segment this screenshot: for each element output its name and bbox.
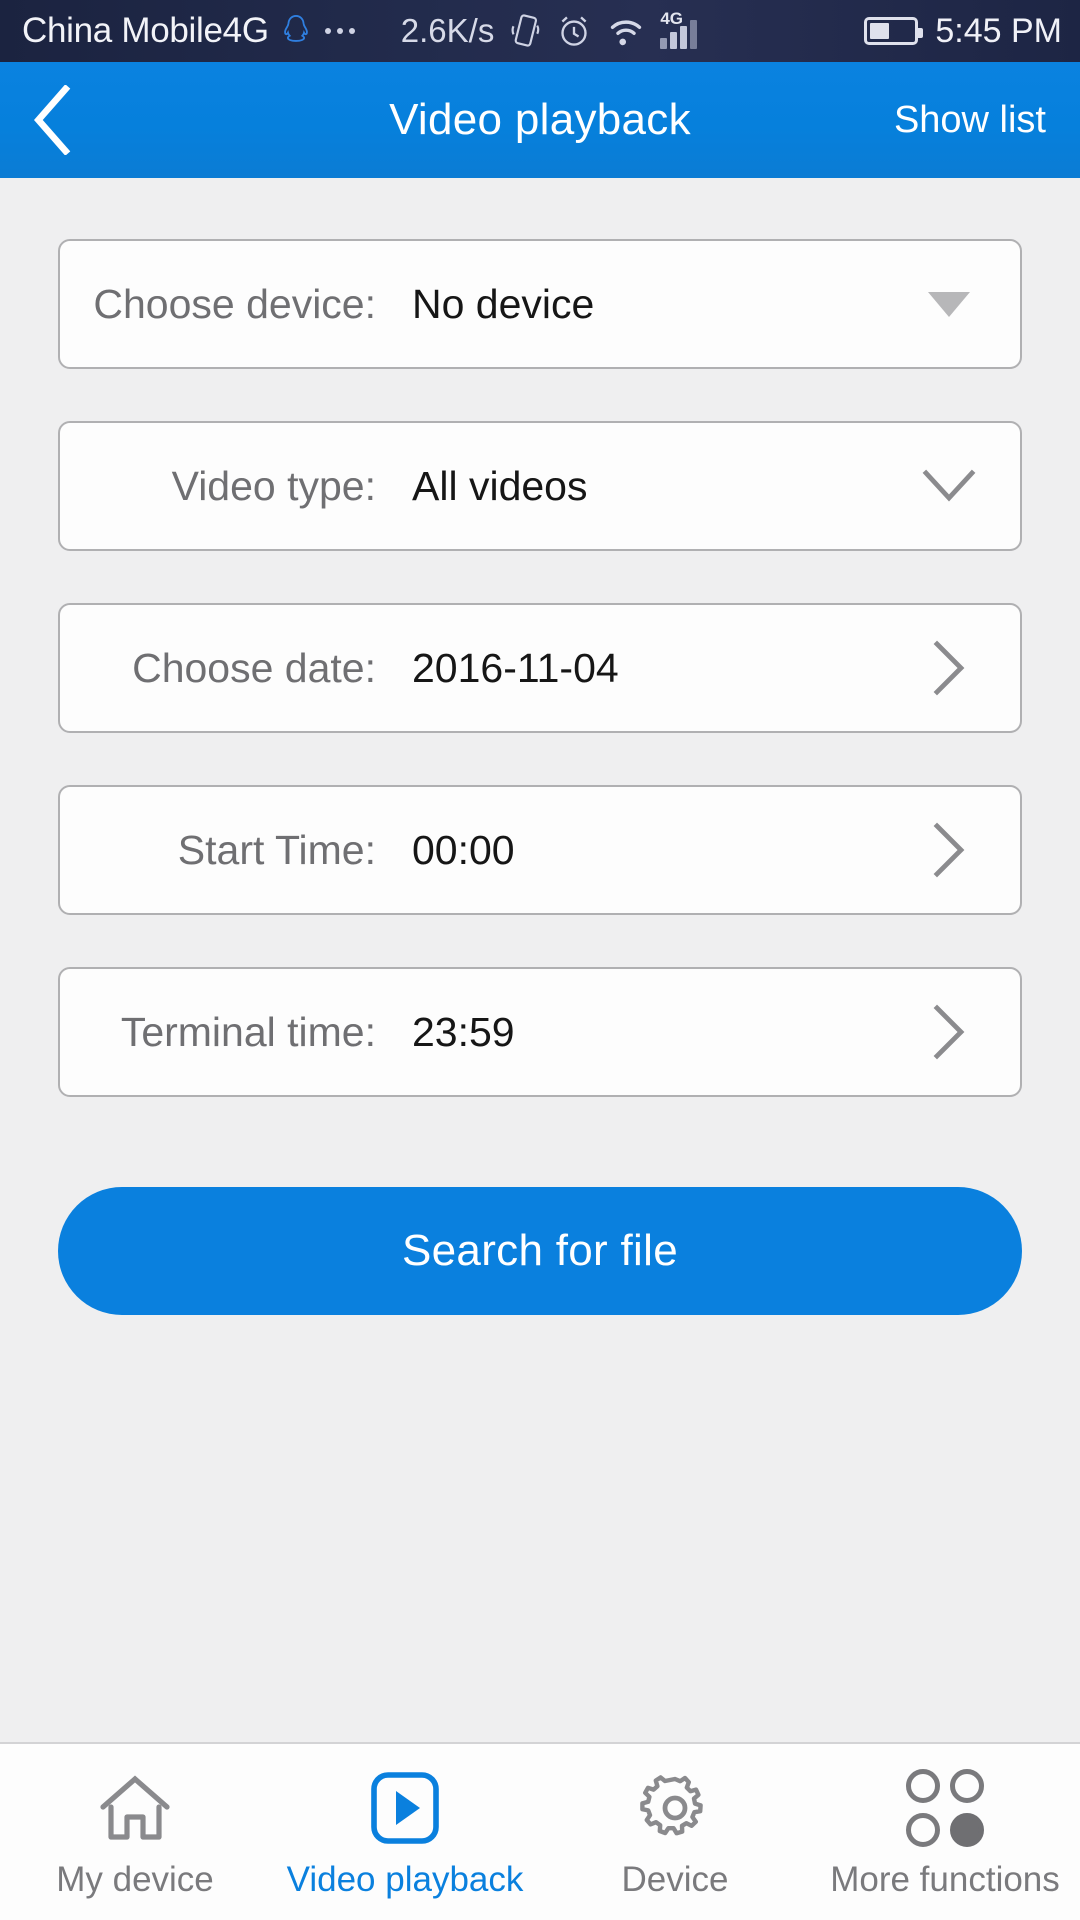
status-bar-left: China Mobile4G <box>22 11 355 51</box>
battery-icon <box>864 17 924 45</box>
back-chevron-icon <box>33 85 71 155</box>
chevron-right-icon[interactable] <box>914 822 984 878</box>
choose-date-row[interactable]: Choose date: 2016-11-04 <box>58 603 1022 733</box>
app-header: Video playback Show list <box>0 62 1080 178</box>
nav-label-video-playback: Video playback <box>286 1860 524 1899</box>
terminal-time-label: Terminal time: <box>120 1008 376 1055</box>
choose-date-value: 2016-11-04 <box>412 644 619 691</box>
triangle-down-icon[interactable] <box>914 291 984 317</box>
nav-label-device: Device <box>621 1860 729 1899</box>
status-bar-middle: 2.6K/s 4G <box>400 9 698 50</box>
clock-label: 5:45 PM <box>935 11 1062 50</box>
more-dots-icon <box>324 28 355 34</box>
chevron-right-icon[interactable] <box>914 640 984 696</box>
main-content: Choose device: No device Video type: All… <box>0 178 1080 1742</box>
video-type-label: Video type: <box>171 462 376 509</box>
search-for-file-button[interactable]: Search for file <box>58 1187 1022 1315</box>
start-time-row[interactable]: Start Time: 00:00 <box>58 785 1022 915</box>
qq-penguin-icon <box>283 15 308 42</box>
back-button[interactable] <box>30 80 100 160</box>
carrier-label: China Mobile4G <box>22 11 269 50</box>
app-screen: China Mobile4G 2.6K/s 4G 5:45 PM Video p… <box>0 0 1080 1920</box>
signal-bars-icon: 4G <box>660 9 698 49</box>
network-type-label: 4G <box>660 9 684 28</box>
nav-item-device[interactable]: Device <box>540 1744 810 1920</box>
nav-item-video-playback[interactable]: Video playback <box>270 1744 540 1920</box>
video-type-row[interactable]: Video type: All videos <box>58 421 1022 551</box>
four-circles-icon <box>906 1769 984 1847</box>
chevron-down-icon[interactable] <box>914 469 984 503</box>
video-type-value: All videos <box>412 462 588 509</box>
wifi-icon <box>611 20 642 46</box>
status-bar: China Mobile4G 2.6K/s 4G 5:45 PM <box>0 0 1080 62</box>
terminal-time-value: 23:59 <box>412 1008 515 1055</box>
bottom-navigation-bar: My device Video playback Device More fun… <box>0 1742 1080 1920</box>
nav-label-my-device: My device <box>56 1860 214 1899</box>
status-bar-right: 5:45 PM <box>864 12 1062 51</box>
show-list-button[interactable]: Show list <box>874 89 1050 152</box>
choose-device-value: No device <box>412 280 595 327</box>
terminal-time-row[interactable]: Terminal time: 23:59 <box>58 967 1022 1097</box>
start-time-value: 00:00 <box>412 826 515 873</box>
gear-icon <box>637 1770 713 1846</box>
home-icon <box>97 1770 173 1846</box>
network-speed-label: 2.6K/s <box>400 12 495 49</box>
chevron-right-icon[interactable] <box>914 1004 984 1060</box>
choose-device-label: Choose device: <box>93 280 376 327</box>
nav-item-my-device[interactable]: My device <box>0 1744 270 1920</box>
choose-date-label: Choose date: <box>132 644 376 691</box>
choose-device-row[interactable]: Choose device: No device <box>58 239 1022 369</box>
play-box-icon <box>370 1770 440 1846</box>
nav-item-more-functions[interactable]: More functions <box>810 1744 1080 1920</box>
nav-label-more-functions: More functions <box>830 1860 1060 1899</box>
start-time-label: Start Time: <box>177 826 376 873</box>
vibrate-icon <box>511 14 540 47</box>
alarm-clock-icon <box>561 16 587 46</box>
